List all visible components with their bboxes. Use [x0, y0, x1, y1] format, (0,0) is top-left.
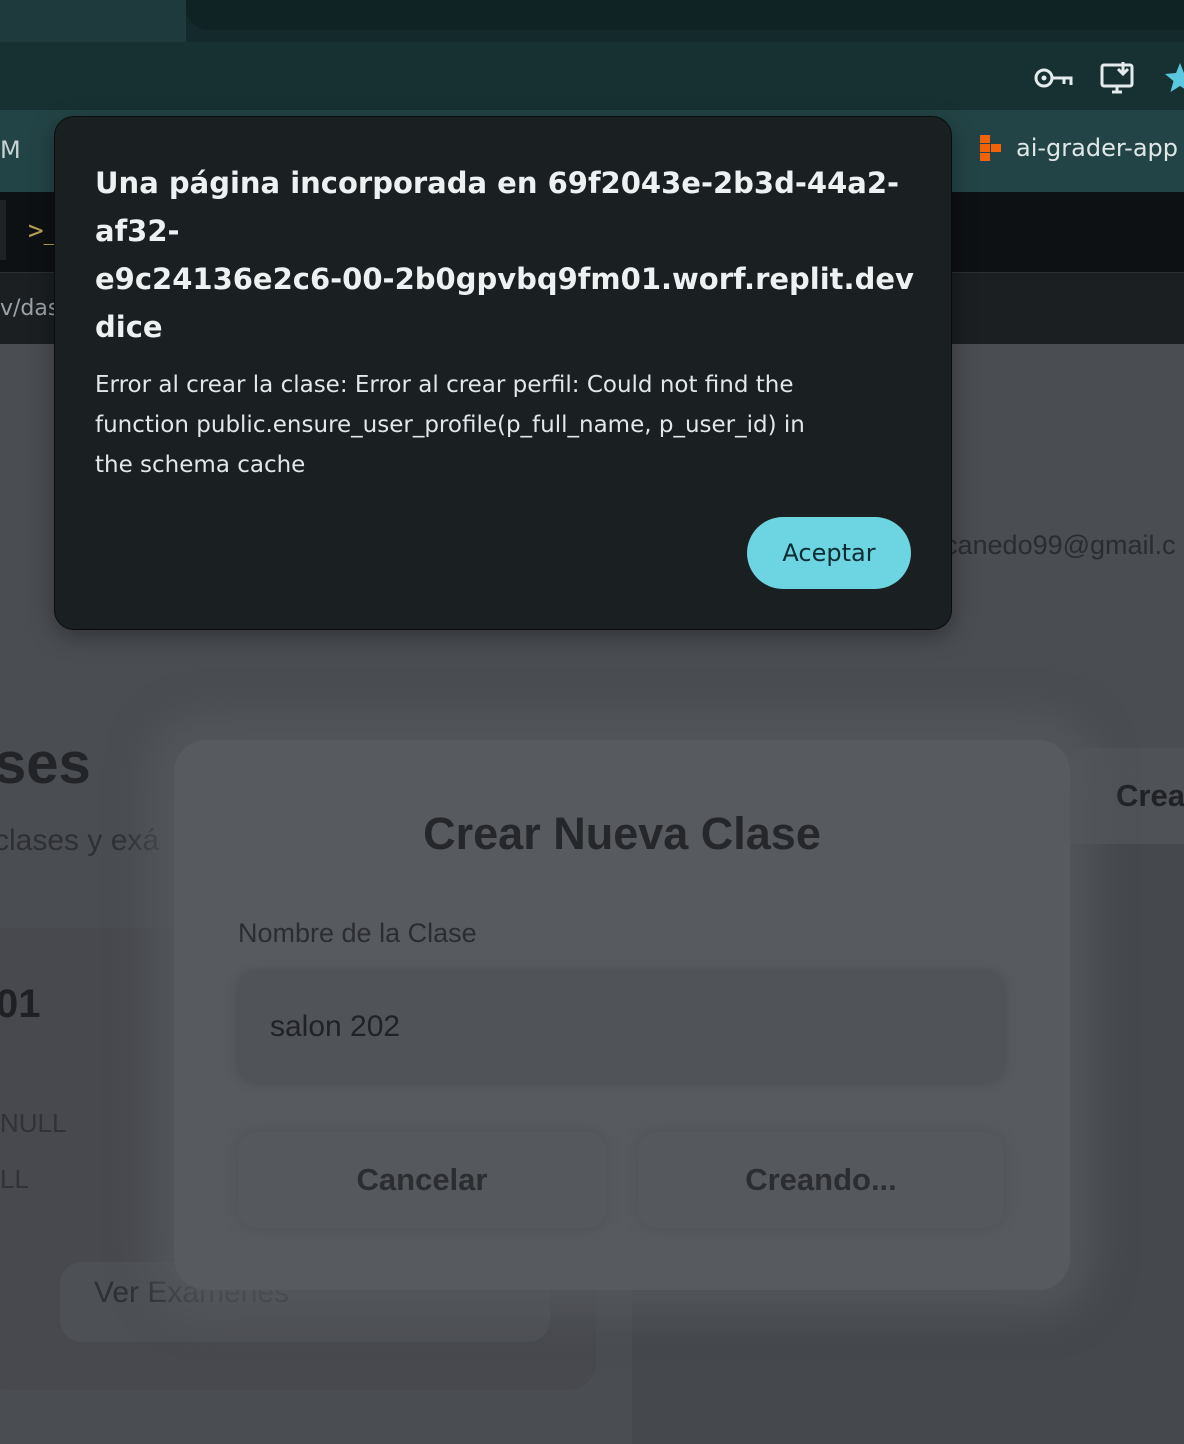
key-icon[interactable]: [1034, 58, 1074, 98]
alert-title-line: e9c24136e2c6-00-2b0gpvbq9fm01.worf.repli…: [95, 262, 914, 296]
alert-dialog: Una página incorporada en 69f2043e-2b3d-…: [54, 116, 952, 630]
user-email: canedo99@gmail.c: [944, 530, 1176, 560]
bookmark-ai-grader-app[interactable]: ai-grader-app: [980, 134, 1178, 162]
alert-title-line: af32-: [95, 214, 180, 248]
cancel-button[interactable]: Cancelar: [238, 1132, 606, 1228]
modal-title: Crear Nueva Clase: [423, 808, 821, 859]
create-class-modal: Crear Nueva Clase Nombre de la Clase sal…: [174, 740, 1070, 1290]
alert-message-line: the schema cache: [95, 452, 306, 478]
webview-url[interactable]: v/das: [0, 296, 59, 321]
alert-title-line: dice: [95, 310, 163, 344]
class-name-label: Nombre de la Clase: [238, 918, 477, 948]
page-subtitle: clases y exá: [0, 824, 160, 857]
accept-button[interactable]: Aceptar: [747, 517, 911, 589]
bookmark-item-partial[interactable]: M: [0, 136, 21, 164]
install-app-icon[interactable]: [1098, 58, 1138, 98]
create-button[interactable]: Creando...: [638, 1132, 1004, 1228]
alert-message-line: function public.ensure_user_profile(p_fu…: [95, 412, 805, 438]
bookmark-star-icon[interactable]: [1160, 58, 1184, 98]
alert-title-line: Una página incorporada en 69f2043e-2b3d-…: [95, 166, 900, 200]
alert-message: Error al crear la clase: Error al crear …: [95, 365, 895, 485]
class-name-value: salon 202: [270, 1010, 401, 1043]
replit-tab[interactable]: [0, 200, 6, 260]
class-card-field: LL: [0, 1164, 29, 1194]
create-class-label: Crea: [1116, 778, 1184, 813]
alert-title: Una página incorporada en 69f2043e-2b3d-…: [95, 159, 915, 351]
bookmark-label: ai-grader-app: [1016, 134, 1179, 162]
browser-tab[interactable]: [0, 0, 186, 42]
alert-message-line: Error al crear la clase: Error al crear …: [95, 372, 794, 398]
browser-toolbar: [0, 42, 1184, 110]
page-title: ses: [0, 731, 91, 796]
class-name-input[interactable]: salon 202: [238, 972, 1004, 1082]
class-card-field: NULL: [0, 1108, 67, 1138]
class-card-title: 01: [0, 982, 41, 1026]
browser-tab-strip: [0, 0, 1184, 42]
browser-active-tab[interactable]: [186, 0, 1184, 30]
replit-icon: [980, 135, 1002, 161]
